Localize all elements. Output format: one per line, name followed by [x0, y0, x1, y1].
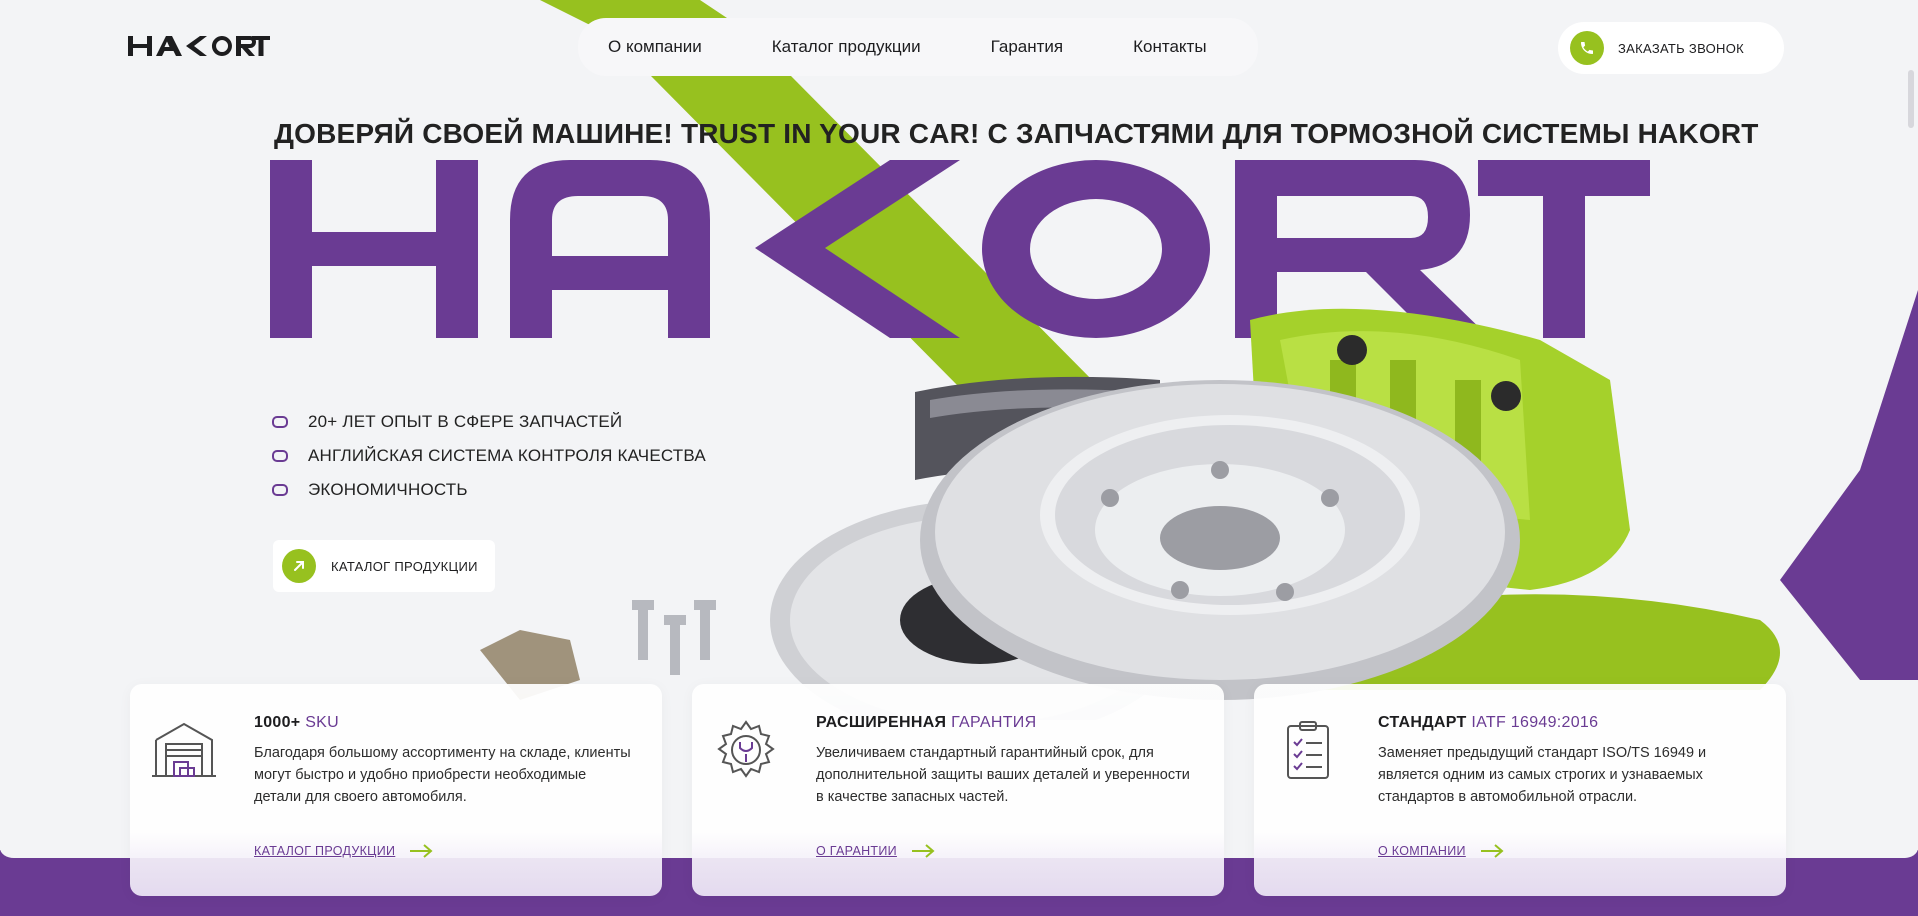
card-title-accent: ГАРАНТИЯ [951, 714, 1037, 731]
card-title-main: 1000+ [254, 714, 301, 731]
bullet-icon [272, 416, 288, 428]
card-sku: 1000+ SKU Благодаря большому ассортимент… [130, 684, 662, 896]
hero-catalog-label: КАТАЛОГ ПРОДУКЦИИ [331, 558, 478, 574]
card-link-catalog[interactable]: КАТАЛОГ ПРОДУКЦИИ [254, 844, 433, 858]
gear-wrench-icon [717, 720, 775, 778]
nav-contacts[interactable]: Контакты [1133, 37, 1206, 57]
card-title-accent: IATF 16949:2016 [1471, 714, 1599, 731]
card-title: СТАНДАРТ IATF 16949:2016 [1378, 714, 1598, 732]
card-title: 1000+ SKU [254, 714, 339, 732]
card-description: Заменяет предыдущий стандарт ISO/TS 1694… [1378, 745, 1707, 805]
arrow-right-icon [911, 844, 935, 858]
nav-warranty[interactable]: Гарантия [991, 37, 1064, 57]
card-title: РАСШИРЕННАЯ ГАРАНТИЯ [816, 714, 1036, 732]
order-call-button[interactable]: ЗАКАЗАТЬ ЗВОНОК [1558, 22, 1784, 74]
warehouse-icon [152, 722, 216, 777]
main-nav: О компании Каталог продукции Гарантия Ко… [578, 18, 1258, 76]
card-link-label: О КОМПАНИИ [1378, 844, 1466, 858]
card-link-warranty[interactable]: О ГАРАНТИИ [816, 844, 935, 858]
card-description: Благодаря большому ассортименту на склад… [254, 745, 631, 805]
nav-about[interactable]: О компании [608, 37, 702, 57]
card-description: Увеличиваем стандартный гарантийный срок… [816, 745, 1190, 805]
arrow-right-icon [410, 844, 433, 858]
site-header: О компании Каталог продукции Гарантия Ко… [0, 0, 1918, 92]
card-title-accent: SKU [305, 714, 339, 731]
nav-catalog[interactable]: Каталог продукции [772, 37, 921, 57]
card-warranty: РАСШИРЕННАЯ ГАРАНТИЯ Увеличиваем стандар… [692, 684, 1224, 896]
brake-parts-image [480, 308, 1630, 720]
hakort-logo[interactable] [128, 32, 270, 60]
purple-chevron-right [1780, 290, 1918, 680]
hero-tagline: ДОВЕРЯЙ СВОЕЙ МАШИНЕ! TRUST IN YOUR CAR!… [274, 118, 1759, 149]
bullet-icon [272, 450, 288, 462]
card-standard: СТАНДАРТ IATF 16949:2016 Заменяет предыд… [1254, 684, 1786, 896]
arrow-right-icon [1480, 844, 1504, 858]
order-call-label: ЗАКАЗАТЬ ЗВОНОК [1618, 40, 1744, 56]
card-link-label: О ГАРАНТИИ [816, 844, 897, 858]
feature-text: ЭКОНОМИЧНОСТЬ [308, 480, 468, 499]
phone-icon [1570, 31, 1604, 65]
card-link-label: КАТАЛОГ ПРОДУКЦИИ [254, 844, 396, 858]
card-title-main: РАСШИРЕННАЯ [816, 714, 947, 731]
bullet-icon [272, 484, 288, 496]
checklist-icon [1287, 721, 1329, 779]
scrollbar-thumb[interactable] [1908, 70, 1914, 128]
arrow-up-right-icon [282, 549, 316, 583]
card-title-main: СТАНДАРТ [1378, 714, 1467, 731]
card-link-about[interactable]: О КОМПАНИИ [1378, 844, 1504, 858]
